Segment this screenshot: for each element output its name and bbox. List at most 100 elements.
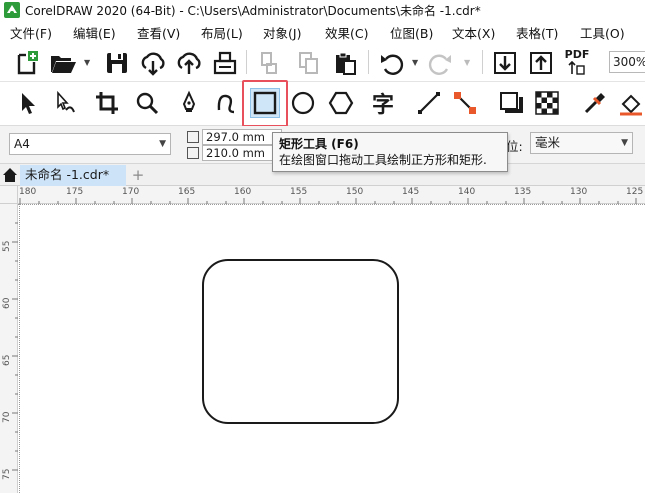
menu-file[interactable]: 文件(F) [10,23,52,42]
menu-tools[interactable]: 工具(O) [580,23,625,42]
open-button[interactable] [48,48,78,78]
horizontal-ruler[interactable] [0,186,645,204]
toolbar-separator [368,50,369,74]
units-select[interactable]: 毫米 ▼ [530,132,633,154]
cloud-download-icon [141,52,165,76]
polygon-tool-button[interactable] [326,88,356,118]
undo-button[interactable] [376,48,406,78]
rectangle-tool-button[interactable] [250,88,280,118]
undo-dropdown-caret[interactable]: ▼ [412,58,418,67]
ruler-tick-label: 135 [514,187,532,197]
title-bar: CorelDRAW 2020 (64-Bit) - C:\Users\Admin… [0,0,645,20]
export-button[interactable] [526,48,556,78]
checkerboard-icon [535,91,559,115]
text-tool-button[interactable]: 字 [368,88,398,118]
print-button[interactable] [210,48,240,78]
add-tab-button[interactable]: + [129,167,147,184]
redo-dropdown-caret[interactable]: ▼ [464,58,470,67]
freehand-tool-button[interactable] [212,88,242,118]
ruler-tick-label: 60 [2,297,12,309]
open-folder-icon [51,56,76,73]
ruler-tick-label: 130 [570,187,588,197]
page-border-left [19,204,20,493]
eyedropper-tool-button[interactable] [580,88,610,118]
pick-tool-button[interactable] [12,88,42,118]
connector-tool-button[interactable] [450,88,480,118]
ellipse-icon [291,91,315,115]
coreldraw-app-icon [4,2,20,18]
tooltip-title: 矩形工具 (F6) [279,137,359,151]
menu-effects[interactable]: 效果(C) [325,23,368,42]
crop-tool-button[interactable] [92,88,122,118]
export-icon [530,52,552,74]
rounded-rectangle-shape[interactable] [202,259,399,424]
paste-button[interactable] [330,48,360,78]
redo-button[interactable] [426,48,456,78]
text-tool-glyph: 字 [371,93,394,118]
pdf-label: PDF [564,48,590,61]
new-document-button[interactable] [12,48,42,78]
download-cloud-button[interactable] [138,48,168,78]
zoom-level-input[interactable]: 300% [609,51,645,73]
pick-arrow-icon [22,93,35,114]
page-height-input[interactable]: 210.0 mm [202,145,282,161]
cut-button[interactable] [254,48,284,78]
new-document-icon [17,51,38,75]
ellipse-tool-button[interactable] [288,88,318,118]
copy-icon [299,52,318,74]
copy-button[interactable] [294,48,324,78]
interactive-fill-tool-button[interactable] [616,88,645,118]
menu-table[interactable]: 表格(T) [516,23,558,42]
ruler-tick-label: 180 [19,187,37,197]
ruler-tick-label: 125 [626,187,644,197]
pen-tool-button[interactable] [174,88,204,118]
menu-text[interactable]: 文本(X) [452,23,495,42]
units-label: 位: [506,139,523,154]
printer-icon [213,51,237,75]
eyedropper-icon [584,93,605,114]
transparency-tool-button[interactable] [532,88,562,118]
chevron-down-icon: ▼ [621,138,628,148]
menu-layout[interactable]: 布局(L) [201,23,243,42]
page-width-input[interactable]: 297.0 mm [202,129,282,145]
menu-view[interactable]: 查看(V) [137,23,180,42]
redo-icon [428,54,451,75]
ruler-tick-label: 70 [2,411,12,423]
ruler-tick-label: 55 [2,240,12,252]
drop-shadow-icon [500,92,523,113]
page-height-icon [187,147,199,159]
ruler-tick-label: 175 [66,187,84,197]
ruler-tick-label: 65 [2,354,12,366]
home-icon[interactable] [2,167,18,183]
menu-bitmaps[interactable]: 位图(B) [390,23,433,42]
save-button[interactable] [102,48,132,78]
toolbar-separator [482,50,483,74]
menu-object[interactable]: 对象(J) [263,23,301,42]
crop-icon [96,92,118,114]
straight-line-icon [418,92,440,114]
document-tab[interactable]: 未命名 -1.cdr* [20,165,126,186]
magnifier-icon [136,92,159,115]
undo-icon [381,54,404,75]
menu-bar: 文件(F) 编辑(E) 查看(V) 布局(L) 对象(J) 效果(C) 位图(B… [0,20,645,42]
line-tool-button[interactable] [414,88,444,118]
ruler-tick-label: 165 [178,187,196,197]
menu-edit[interactable]: 编辑(E) [73,23,116,42]
shape-tool-button[interactable] [50,88,80,118]
units-value: 毫米 [535,135,561,150]
connector-icon [454,92,476,114]
page-size-value: A4 [14,137,30,151]
zoom-tool-button[interactable] [132,88,162,118]
upload-cloud-button[interactable] [174,48,204,78]
page-size-select[interactable]: A4 ▼ [9,133,171,155]
import-button[interactable] [490,48,520,78]
open-dropdown-caret[interactable]: ▼ [84,58,90,67]
ruler-origin-corner[interactable] [0,186,18,204]
drop-shadow-tool-button[interactable] [496,88,526,118]
ruler-tick-label: 145 [402,187,420,197]
hexagon-icon [328,91,354,115]
tooltip-description: 在绘图窗口拖动工具绘制正方形和矩形. [279,153,487,167]
ruler-tick-label: 155 [290,187,308,197]
publish-pdf-button[interactable]: PDF [562,47,592,77]
pdf-export-icon [568,61,585,75]
